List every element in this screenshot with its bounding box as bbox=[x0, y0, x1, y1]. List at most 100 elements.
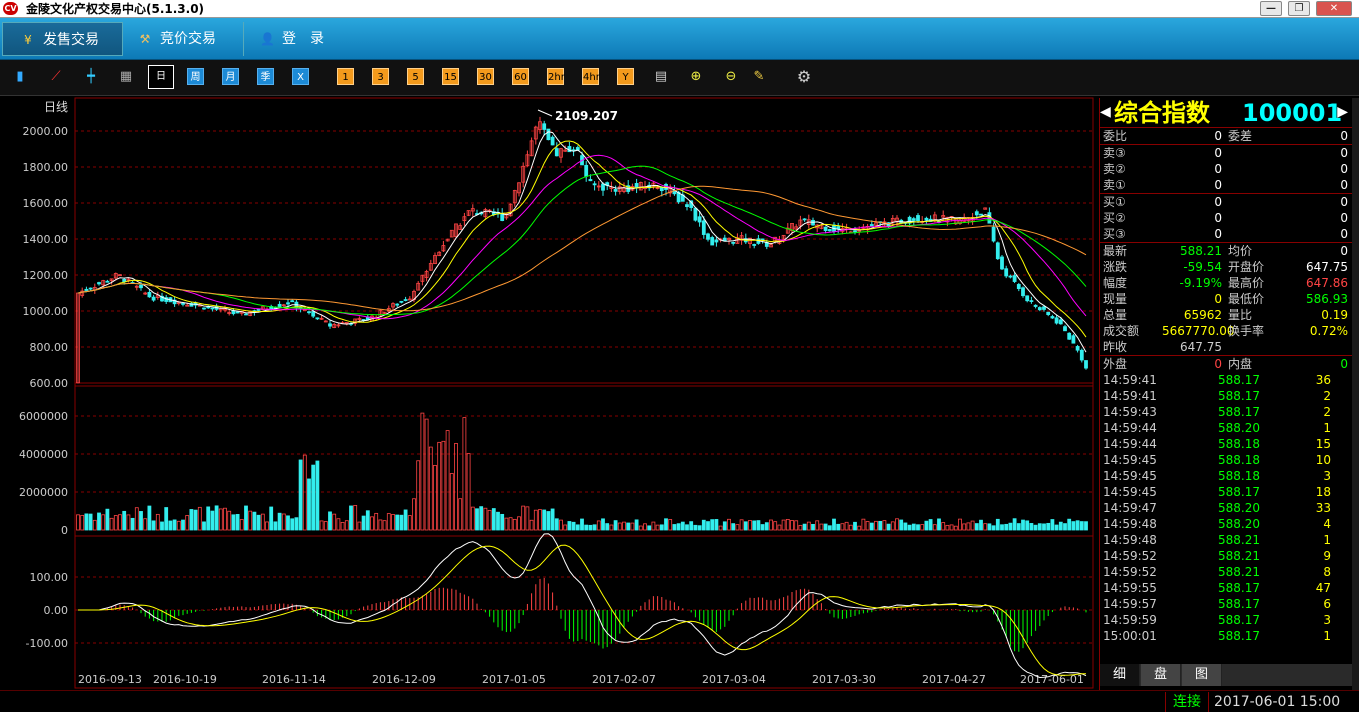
hour-2-button[interactable]: 2hr bbox=[547, 68, 565, 85]
volume-bar bbox=[97, 512, 101, 531]
kline-chart[interactable]: 2000.00 1800.00 1600.00 1400.00 1200.00 1000.… bbox=[0, 96, 1171, 690]
moving-average-line bbox=[77, 165, 1087, 316]
ask-volume: 0 bbox=[1340, 178, 1348, 192]
period-week-button[interactable]: 周 bbox=[187, 68, 204, 85]
candle-body bbox=[546, 128, 551, 141]
volume-bar bbox=[1004, 523, 1009, 531]
period-quarter-button[interactable]: 季 bbox=[257, 68, 274, 85]
candle-body bbox=[584, 164, 589, 177]
volume-bar bbox=[966, 522, 971, 531]
tick-row: 14:59:55 588.17 47 bbox=[1100, 580, 1353, 596]
minimize-button[interactable]: — bbox=[1260, 1, 1282, 16]
period-x-button[interactable]: X bbox=[292, 68, 309, 85]
calendar-icon[interactable]: ▦ bbox=[117, 68, 135, 85]
tick-volume: 1 bbox=[1323, 421, 1331, 435]
tab-orderbook[interactable]: 盘 bbox=[1141, 664, 1181, 686]
settings-doc-icon[interactable]: ▤ bbox=[652, 68, 670, 85]
volume-bar bbox=[256, 514, 261, 531]
volume-bar bbox=[899, 519, 904, 531]
candle-body bbox=[706, 233, 710, 240]
zoom-in-icon[interactable]: ⊕ bbox=[687, 68, 705, 85]
restore-button[interactable]: ❐ bbox=[1288, 1, 1310, 16]
macd-tick-label: -100.00 bbox=[26, 637, 68, 650]
date-label: 2017-03-30 bbox=[812, 673, 876, 686]
volume-bar bbox=[92, 519, 97, 531]
volume-bar bbox=[353, 504, 358, 531]
volume-bar bbox=[172, 519, 177, 531]
candle-body bbox=[1058, 319, 1063, 325]
candle-body bbox=[244, 313, 248, 316]
minute-5-button[interactable]: 5 bbox=[407, 68, 424, 85]
volume-bar bbox=[655, 524, 660, 531]
volume-bar bbox=[1050, 519, 1055, 531]
minute-60-button[interactable]: 60 bbox=[512, 68, 529, 85]
tab-chart[interactable]: 图 bbox=[1182, 664, 1222, 686]
minute-3-button[interactable]: 3 bbox=[372, 68, 389, 85]
prev-arrow-icon[interactable]: ◀ bbox=[1100, 104, 1111, 122]
tab-detail[interactable]: 细 bbox=[1100, 664, 1140, 686]
volume-bar bbox=[105, 508, 110, 531]
candle-body bbox=[1071, 335, 1076, 344]
candle-body bbox=[206, 306, 211, 309]
volume-bar bbox=[895, 518, 899, 531]
close-button[interactable]: ✕ bbox=[1316, 1, 1352, 16]
commission-row: 委比 0 委差 0 bbox=[1100, 128, 1353, 144]
value: 0 bbox=[1340, 129, 1348, 143]
index-name: 综合指数 bbox=[1114, 99, 1210, 127]
volume-bar bbox=[462, 417, 467, 531]
volume-bar bbox=[344, 520, 349, 531]
period-day-button[interactable]: 日 bbox=[148, 65, 174, 89]
candle-body bbox=[659, 187, 664, 192]
label: 幅度 bbox=[1103, 276, 1128, 290]
volume-bar bbox=[151, 520, 156, 531]
volume-bar bbox=[88, 513, 93, 531]
label: 均价 bbox=[1228, 244, 1253, 258]
tick-row: 14:59:48 588.20 4 bbox=[1100, 516, 1353, 532]
draw-tool-icon[interactable]: ✎ bbox=[750, 68, 768, 85]
tick-volume: 3 bbox=[1323, 469, 1331, 483]
line-chart-icon[interactable]: ⟋ bbox=[47, 68, 65, 85]
value: 65962 bbox=[1183, 308, 1222, 322]
candle-body bbox=[500, 213, 505, 221]
candlestick-icon[interactable]: ┿ bbox=[82, 68, 100, 85]
tick-volume: 1 bbox=[1323, 629, 1331, 643]
tab-auction-trading[interactable]: ⚒ 竞价交易 bbox=[124, 22, 244, 56]
volume-bar bbox=[962, 523, 967, 531]
volume-bar bbox=[84, 513, 89, 531]
date-label: 2017-03-04 bbox=[702, 673, 766, 686]
candle-body bbox=[613, 189, 618, 192]
minute-15-button[interactable]: 15 bbox=[442, 68, 459, 85]
tick-time: 14:59:59 bbox=[1103, 613, 1157, 627]
tick-row: 14:59:59 588.17 3 bbox=[1100, 612, 1353, 628]
minute-30-button[interactable]: 30 bbox=[477, 68, 494, 85]
hour-4-button[interactable]: 4hr bbox=[582, 68, 600, 85]
volume-bar bbox=[924, 520, 929, 531]
volume-bar bbox=[508, 517, 513, 531]
volume-bar bbox=[983, 523, 988, 531]
next-arrow-icon[interactable]: ▶ bbox=[1337, 104, 1348, 120]
tick-volume: 47 bbox=[1315, 581, 1331, 595]
volume-bar bbox=[483, 507, 488, 531]
year-button[interactable]: Y bbox=[617, 68, 634, 85]
tick-price: 588.17 bbox=[1218, 597, 1260, 611]
gear-icon[interactable]: ⚙ bbox=[795, 68, 813, 85]
period-month-button[interactable]: 月 bbox=[222, 68, 239, 85]
zoom-out-icon[interactable]: ⊖ bbox=[722, 68, 740, 85]
volume-bar bbox=[252, 511, 257, 531]
volume-bar bbox=[781, 519, 786, 531]
label: 量比 bbox=[1228, 308, 1253, 322]
minute-1-button[interactable]: 1 bbox=[337, 68, 354, 85]
panel-scrollbar[interactable] bbox=[1352, 98, 1359, 690]
volume-bar bbox=[160, 521, 164, 531]
stat-row: 幅度 -9.19% 最高价 647.86 bbox=[1100, 275, 1353, 291]
label: 卖③ bbox=[1103, 146, 1126, 160]
volume-bar bbox=[239, 519, 244, 531]
candle-body bbox=[1063, 326, 1067, 332]
tab-sale-trading[interactable]: ¥ 发售交易 bbox=[2, 22, 123, 56]
price-tick-label: 800.00 bbox=[30, 341, 69, 354]
price-tick-label: 1600.00 bbox=[23, 197, 69, 210]
bar-chart-icon[interactable]: ▮ bbox=[11, 68, 29, 85]
label: 最高价 bbox=[1228, 276, 1265, 290]
candle-body bbox=[554, 148, 559, 157]
tab-login[interactable]: 👤 登 录 bbox=[248, 22, 348, 56]
